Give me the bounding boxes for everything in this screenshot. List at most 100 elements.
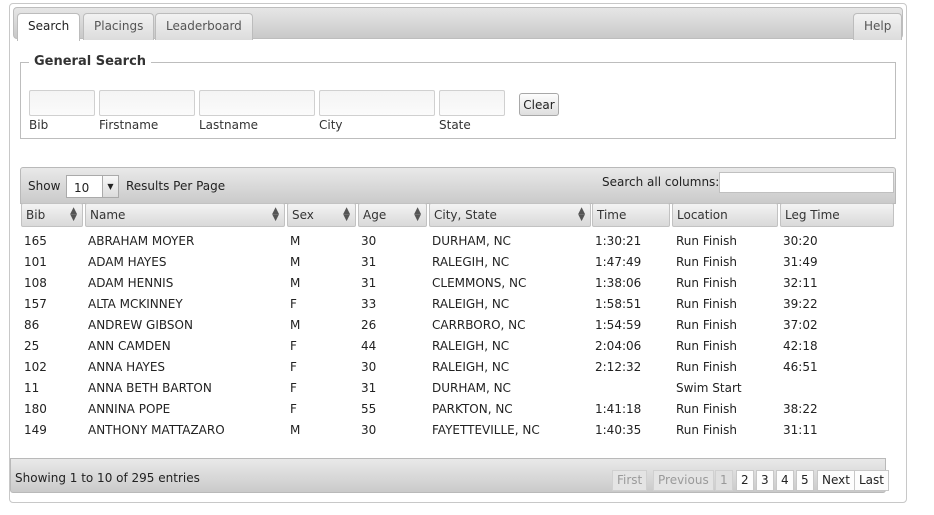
table-row[interactable]: 149 ANTHONY MATTAZARO M 30 FAYETTEVILLE, NC 1…	[0, 423, 934, 444]
column-header-label: City, State	[434, 208, 497, 222]
table-cell: 30	[361, 423, 377, 437]
page-button-3[interactable]: 3	[756, 470, 774, 491]
column-header-location[interactable]: Location	[672, 203, 778, 227]
city-input[interactable]	[319, 90, 435, 116]
table-cell: 86	[24, 318, 40, 332]
table-toolbar: Show 10 ▼ Results Per Page Search all co…	[20, 167, 896, 204]
tab-placings[interactable]: Placings	[83, 13, 155, 40]
page-button-4[interactable]: 4	[776, 470, 794, 491]
table-footer: Showing 1 to 10 of 295 entries First Pre…	[10, 458, 889, 493]
table-cell: Run Finish	[676, 255, 737, 269]
first-page-button[interactable]: First	[612, 470, 648, 491]
table-cell: 31:11	[783, 423, 818, 437]
table-cell: 30	[361, 360, 377, 374]
bib-label: Bib	[29, 118, 49, 132]
table-cell: Run Finish	[676, 360, 737, 374]
table-row[interactable]: 180 ANNINA POPE F 55 PARKTON, NC 1:41:18 Run F…	[0, 402, 934, 423]
page-length-value: 10	[74, 181, 90, 195]
table-cell: 55	[361, 402, 377, 416]
table-row[interactable]: 86 ANDREW GIBSON M 26 CARRBORO, NC 1:54:59 Run…	[0, 318, 934, 339]
table-cell: CLEMMONS, NC	[432, 276, 527, 290]
table-row[interactable]: 102 ANNA HAYES F 30 RALEIGH, NC 2:12:32 Run Fi…	[0, 360, 934, 381]
previous-page-button[interactable]: Previous	[653, 470, 714, 491]
column-header-label: Leg Time	[785, 208, 840, 222]
table-cell: 2:04:06	[595, 339, 642, 353]
table-cell: RALEIGH, NC	[432, 360, 510, 374]
column-header-time[interactable]: Time	[592, 203, 670, 227]
page-button-1[interactable]: 1	[715, 470, 733, 491]
table-cell: Run Finish	[676, 234, 737, 248]
column-header-label: Bib	[26, 208, 46, 222]
bib-input[interactable]	[29, 90, 95, 116]
table-cell: Run Finish	[676, 402, 737, 416]
table-cell: ANNA BETH BARTON	[88, 381, 212, 395]
table-cell: 31:49	[783, 255, 818, 269]
table-cell: 46:51	[783, 360, 818, 374]
table-row[interactable]: 108 ADAM HENNIS M 31 CLEMMONS, NC 1:38:06 Run …	[0, 276, 934, 297]
table-cell: 11	[24, 381, 40, 395]
table-cell: ADAM HAYES	[88, 255, 167, 269]
table-row[interactable]: 11 ANNA BETH BARTON F 31 DURHAM, NC Swim Star…	[0, 381, 934, 402]
tab-search[interactable]: Search	[17, 13, 81, 41]
table-cell: ANN CAMDEN	[88, 339, 171, 353]
column-header-bib[interactable]: Bib ▲ ▼	[21, 203, 83, 227]
lastname-label: Lastname	[199, 118, 259, 132]
table-cell: 1:30:21	[595, 234, 642, 248]
table-cell: 108	[24, 276, 47, 290]
table-cell: FAYETTEVILLE, NC	[432, 423, 540, 437]
column-header-leg-time[interactable]: Leg Time	[780, 203, 894, 227]
table-cell: DURHAM, NC	[432, 381, 511, 395]
sort-icon: ▲ ▼	[272, 206, 279, 223]
column-header-sex[interactable]: Sex ▲ ▼	[287, 203, 356, 227]
table-cell: Run Finish	[676, 318, 737, 332]
table-cell: 31	[361, 276, 377, 290]
table-row[interactable]: 165 ABRAHAM MOYER M 30 DURHAM, NC 1:30:21 Run …	[0, 234, 934, 255]
table-row[interactable]: 25 ANN CAMDEN F 44 RALEIGH, NC 2:04:06 Run Fin…	[0, 339, 934, 360]
table-cell: 1:58:51	[595, 297, 642, 311]
column-header-city-state[interactable]: City, State ▲ ▼	[429, 203, 591, 227]
table-row[interactable]: 101 ADAM HAYES M 31 RALEGIH, NC 1:47:49 Run Fi…	[0, 255, 934, 276]
results-per-page-label: Results Per Page	[126, 179, 226, 193]
table-cell: 2:12:32	[595, 360, 642, 374]
table-cell: M	[290, 255, 301, 269]
lastname-input[interactable]	[199, 90, 315, 116]
table-cell: F	[290, 381, 297, 395]
tab-help[interactable]: Help	[853, 13, 903, 40]
table-cell: PARKTON, NC	[432, 402, 513, 416]
table-cell: Run Finish	[676, 297, 737, 311]
page-button-5[interactable]: 5	[796, 470, 814, 491]
column-header-name[interactable]: Name ▲ ▼	[85, 203, 285, 227]
firstname-input[interactable]	[99, 90, 195, 116]
table-cell: ANTHONY MATTAZARO	[88, 423, 225, 437]
table-cell: ABRAHAM MOYER	[88, 234, 195, 248]
entries-info: Showing 1 to 10 of 295 entries	[15, 471, 200, 485]
next-page-button[interactable]: Next	[817, 470, 855, 491]
table-cell: 30	[361, 234, 377, 248]
table-cell: F	[290, 297, 297, 311]
state-input[interactable]	[439, 90, 505, 116]
page-length-select[interactable]: 10 ▼	[66, 175, 119, 198]
page-button-2[interactable]: 2	[736, 470, 754, 491]
tab-leaderboard[interactable]: Leaderboard	[155, 13, 253, 40]
column-header-label: Time	[597, 208, 627, 222]
last-page-button[interactable]: Last	[854, 470, 889, 491]
table-cell: 157	[24, 297, 47, 311]
table-cell: 1:38:06	[595, 276, 642, 290]
table-cell: 30:20	[783, 234, 818, 248]
table-cell: M	[290, 234, 301, 248]
table-row[interactable]: 157 ALTA MCKINNEY F 33 RALEIGH, NC 1:58:51 Run…	[0, 297, 934, 318]
table-cell: Run Finish	[676, 339, 737, 353]
search-all-input[interactable]	[719, 172, 894, 193]
column-header-age[interactable]: Age ▲ ▼	[358, 203, 427, 227]
clear-button[interactable]: Clear	[519, 93, 559, 116]
table-cell: 42:18	[783, 339, 818, 353]
table-cell: 180	[24, 402, 47, 416]
table-cell: 1:54:59	[595, 318, 642, 332]
column-header-label: Name	[90, 208, 126, 222]
table-cell: 33	[361, 297, 377, 311]
table-cell: CARRBORO, NC	[432, 318, 526, 332]
table-cell: RALEIGH, NC	[432, 339, 510, 353]
column-header-label: Sex	[292, 208, 314, 222]
table-cell: ALTA MCKINNEY	[88, 297, 183, 311]
table-cell: 165	[24, 234, 47, 248]
